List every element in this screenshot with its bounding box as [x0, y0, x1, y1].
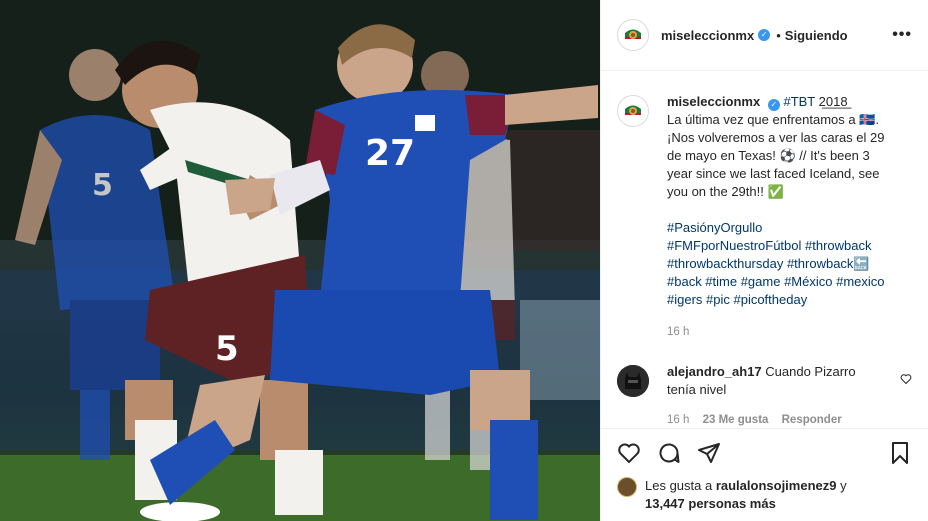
comment-text-1: Cuando Pizarro	[765, 364, 856, 379]
caption-gap	[667, 201, 912, 219]
comment-avatar[interactable]	[617, 365, 649, 397]
more-options-icon[interactable]: •••	[892, 26, 912, 44]
caption-avatar[interactable]	[617, 95, 649, 127]
comment-button[interactable]	[653, 437, 685, 469]
likes-count[interactable]: 13,447 personas más	[645, 496, 776, 511]
liker-avatar[interactable]	[617, 477, 637, 497]
post-side-panel: miseleccionmx ✓ • Siguiendo ••• miselecc…	[600, 0, 928, 521]
heart-icon	[618, 443, 640, 464]
comment-item: alejandro_ah17 Cuando Pizarro tenía nive…	[617, 363, 912, 428]
soccer-photo-illustration: 5 5 27	[0, 0, 600, 521]
svg-text:5: 5	[215, 329, 239, 369]
caption-username[interactable]: miseleccionmx	[667, 94, 760, 109]
post-photo[interactable]: 5 5 27	[0, 0, 600, 521]
likes-text: Les gusta a raulalonsojimenez9 y 13,447 …	[645, 477, 847, 513]
year-boxes: 2̲0̲1̲8̲	[818, 94, 848, 109]
verified-badge-icon: ✓	[767, 99, 780, 111]
hashtag-line[interactable]: #back #time #game #México #mexico	[667, 273, 912, 291]
hashtag-line[interactable]: #FMFporNuestroFútbol #throwback	[667, 237, 912, 255]
comments-section: miseleccionmx ✓ #TBT 2̲0̲1̲8̲ La última …	[601, 71, 928, 429]
batman-avatar-icon	[617, 365, 649, 397]
caption-first-line: miseleccionmx ✓ #TBT 2̲0̲1̲8̲	[667, 93, 912, 111]
reply-button[interactable]: Responder	[782, 414, 842, 426]
share-button[interactable]	[693, 437, 725, 469]
caption-text: miseleccionmx ✓ #TBT 2̲0̲1̲8̲ La última …	[667, 93, 912, 341]
paper-plane-icon	[698, 443, 720, 463]
caption-meta: 16 h	[667, 323, 912, 341]
hashtag-line[interactable]: #throwbackthursday #throwback🔙	[667, 255, 912, 273]
crest-icon	[625, 105, 641, 115]
comment-text: alejandro_ah17 Cuando Pizarro tenía nive…	[667, 363, 892, 428]
separator-dot: •	[776, 27, 781, 43]
following-button[interactable]: Siguiendo	[785, 28, 848, 43]
like-button[interactable]	[613, 437, 645, 469]
caption-line-5: you on the 29th!! ✅	[667, 184, 784, 199]
comment-text-2: tenía nivel	[667, 382, 727, 397]
bookmark-icon	[892, 442, 908, 464]
comment-likes[interactable]: 23 Me gusta	[703, 414, 769, 426]
caption: miseleccionmx ✓ #TBT 2̲0̲1̲8̲ La última …	[617, 93, 912, 341]
caption-time[interactable]: 16 h	[667, 326, 689, 338]
comment-username[interactable]: alejandro_ah17	[667, 364, 762, 379]
hashtag-line[interactable]: #igers #pic #picoftheday	[667, 291, 912, 309]
likes-mid: y	[836, 478, 847, 493]
post-header: miseleccionmx ✓ • Siguiendo •••	[601, 0, 928, 71]
likes-summary: Les gusta a raulalonsojimenez9 y 13,447 …	[601, 477, 928, 521]
instagram-post: 5 5 27 miseleccionmx ✓ • Siguiendo ••• m…	[0, 0, 928, 521]
hashtag-line[interactable]: #PasiónyOrgullo	[667, 219, 912, 237]
header-username[interactable]: miseleccionmx	[661, 28, 754, 43]
profile-avatar[interactable]	[617, 19, 649, 51]
comment-icon	[659, 443, 680, 463]
likes-prefix: Les gusta a	[645, 478, 716, 493]
comment-heart-icon[interactable]	[900, 373, 912, 385]
caption-line-4: year since we last faced Iceland, see	[667, 166, 880, 181]
save-button[interactable]	[884, 437, 916, 469]
comment-time[interactable]: 16 h	[667, 414, 689, 426]
hashtag-tbt[interactable]: #TBT	[783, 94, 815, 109]
action-bar	[601, 429, 928, 477]
verified-badge-icon: ✓	[758, 29, 771, 41]
crest-icon	[625, 29, 641, 39]
liker-username[interactable]: raulalonsojimenez9	[716, 478, 837, 493]
caption-line-3: de mayo en Texas! ⚽ // It's been 3	[667, 148, 870, 163]
comment-meta: 16 h 23 Me gusta Responder	[667, 411, 892, 428]
svg-text:27: 27	[365, 133, 415, 174]
caption-line-2: ¡Nos volveremos a ver las caras el 29	[667, 130, 885, 145]
caption-line-1: La última vez que enfrentamos a 🇮🇸.	[667, 112, 880, 127]
svg-text:5: 5	[92, 168, 113, 203]
